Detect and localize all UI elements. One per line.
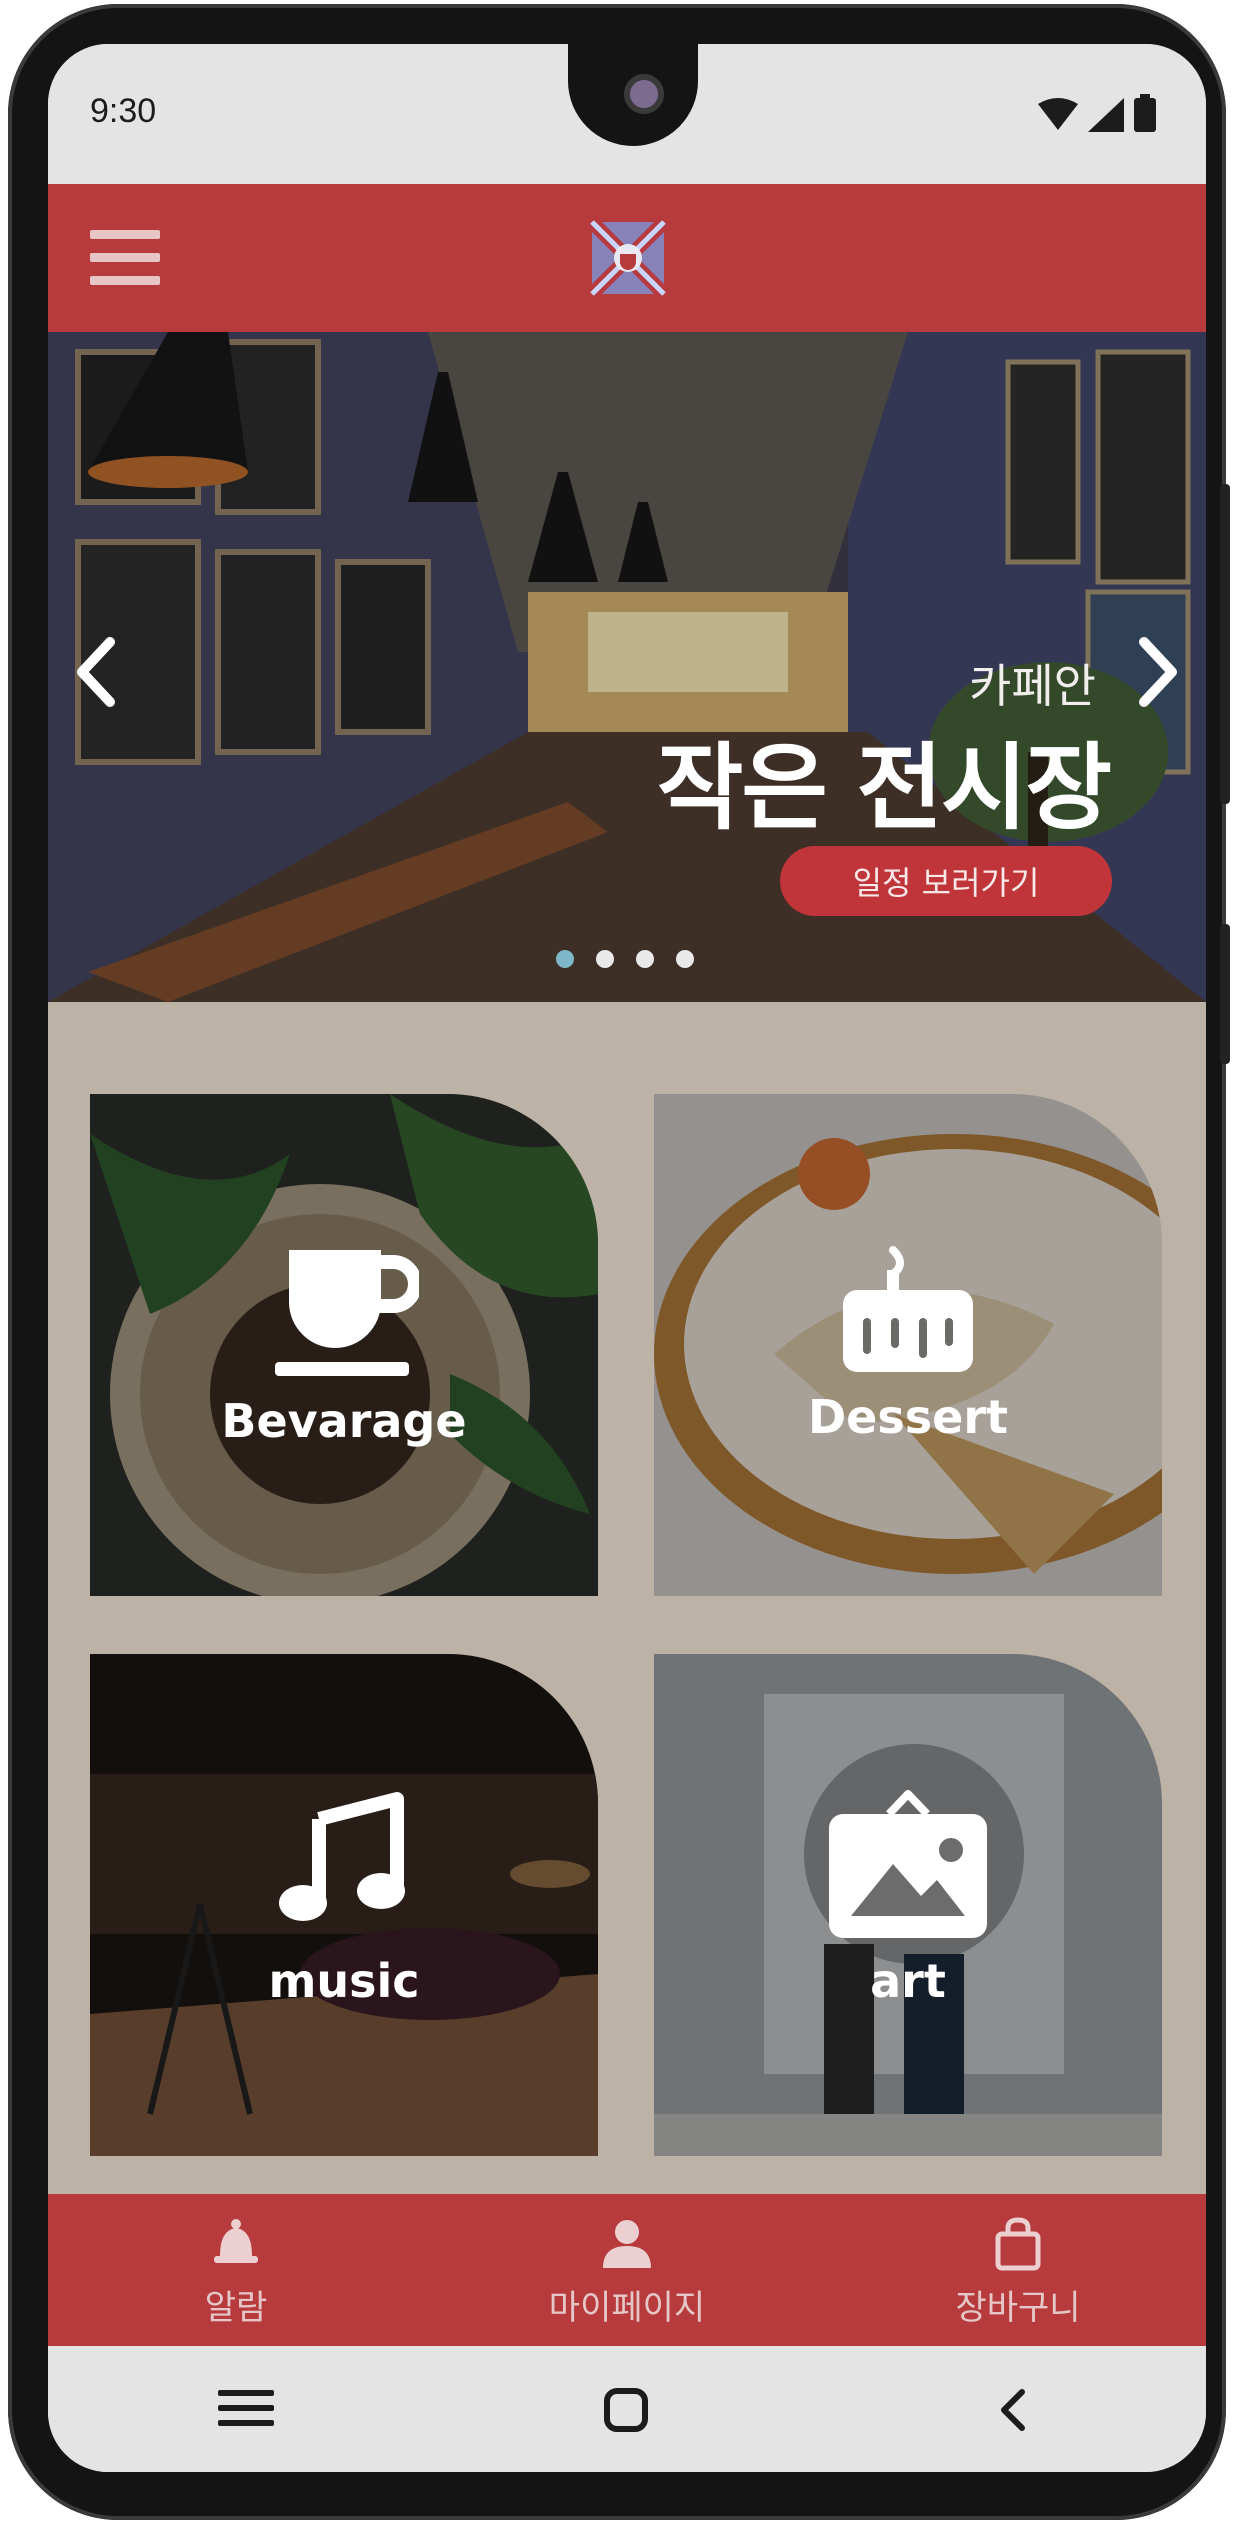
recent-apps-icon[interactable] [216,2386,276,2430]
battery-icon [1134,94,1156,132]
category-tile-music[interactable]: music [90,1654,598,2156]
carousel-dot[interactable] [676,950,694,968]
carousel-dot[interactable] [636,950,654,968]
chevron-left-icon[interactable] [66,632,126,712]
category-label: Dessert [807,1390,1008,1444]
bell-icon [214,2219,258,2263]
user-icon [603,2220,651,2268]
phone-frame: 9:30 카페안 작은 전시장 일정 보러가기 Bevarage Dessert… [8,4,1230,2520]
category-label: music [268,1954,420,2008]
front-camera [624,74,664,114]
bottom-navigation: 알람 마이페이지 장바구니 [48,2194,1206,2346]
cafe-logo-icon[interactable] [586,216,670,300]
nav-label: 마이페이지 [548,2288,706,2328]
category-tile-dessert[interactable]: Dessert [654,1094,1162,1596]
volume-button [1220,484,1230,804]
hero-title: 작은 전시장 [656,734,1112,843]
nav-item-alarm[interactable]: 알람 [106,2216,366,2329]
app-header [48,184,1206,332]
nav-label: 장바구니 [955,2288,1081,2328]
coffee-cup-icon [275,1250,419,1376]
home-icon[interactable] [602,2386,650,2434]
nav-item-cart[interactable]: 장바구니 [888,2216,1148,2329]
system-navigation-bar [48,2346,1206,2472]
signal-icon [1088,98,1124,132]
status-time: 9:30 [90,92,157,130]
music-note-icon [279,1792,405,1921]
chevron-right-icon[interactable] [1128,632,1188,712]
category-tile-art[interactable]: art [654,1654,1162,2156]
view-schedule-button[interactable]: 일정 보러가기 [780,846,1112,916]
hamburger-menu-icon[interactable] [90,230,160,286]
hero-subtitle: 카페안 [969,659,1096,713]
nav-item-mypage[interactable]: 마이페이지 [497,2216,757,2329]
category-grid: Bevarage Dessert music art [48,1002,1206,2194]
picture-icon [829,1790,987,1938]
nav-label: 알람 [204,2288,268,2328]
shopping-bag-icon [995,2217,1041,2271]
hero-banner[interactable]: 카페안 작은 전시장 일정 보러가기 [48,332,1206,1002]
wifi-icon [1038,98,1078,130]
cake-icon [843,1246,973,1372]
category-tile-beverage[interactable]: Bevarage [90,1094,598,1596]
status-icons [1038,94,1156,132]
power-button [1220,924,1230,1064]
category-label: Bevarage [221,1394,467,1448]
back-icon[interactable] [994,2386,1034,2434]
carousel-indicator [556,950,694,968]
carousel-dot[interactable] [556,950,574,968]
carousel-dot[interactable] [596,950,614,968]
category-label: art [870,1954,946,2008]
screen: 9:30 카페안 작은 전시장 일정 보러가기 Bevarage Dessert… [48,44,1206,2472]
